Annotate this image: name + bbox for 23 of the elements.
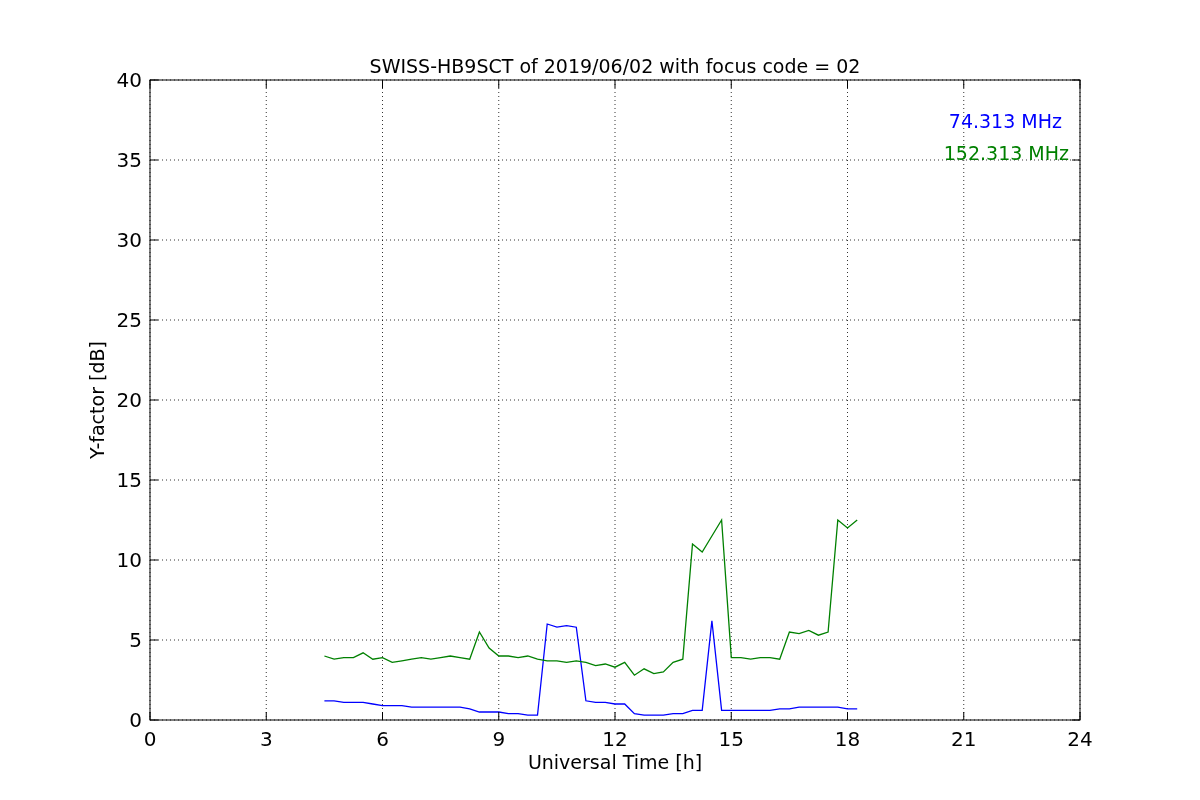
y-tick-label: 15 — [116, 468, 142, 492]
y-tick-label: 30 — [116, 228, 142, 252]
x-tick-label: 18 — [834, 727, 861, 751]
y-tick-label: 0 — [129, 708, 142, 732]
x-tick-label: 9 — [492, 727, 506, 751]
x-tick-label: 15 — [718, 727, 744, 751]
x-tick-label: 21 — [951, 727, 977, 751]
series-label: 74.313 MHz — [948, 110, 1062, 132]
y-tick-label: 25 — [116, 308, 142, 332]
x-tick-label: 0 — [143, 727, 157, 751]
y-axis-title: Y-factor [dB] — [86, 341, 108, 459]
y-tick-label: 40 — [116, 68, 142, 92]
x-tick-label: 3 — [259, 727, 273, 751]
y-tick-label: 35 — [116, 148, 142, 172]
x-tick-label: 12 — [602, 727, 628, 751]
x-tick-label: 24 — [1067, 727, 1093, 751]
y-tick-label: 20 — [116, 388, 142, 412]
series-label: 152.313 MHz — [943, 142, 1069, 164]
x-axis-title: Universal Time [h] — [527, 751, 703, 773]
x-tick-label: 6 — [376, 727, 389, 751]
y-tick-label: 10 — [116, 548, 142, 572]
y-tick-label: 5 — [129, 628, 142, 652]
chart-title: SWISS-HB9SCT of 2019/06/02 with focus code = 02 — [369, 55, 861, 77]
